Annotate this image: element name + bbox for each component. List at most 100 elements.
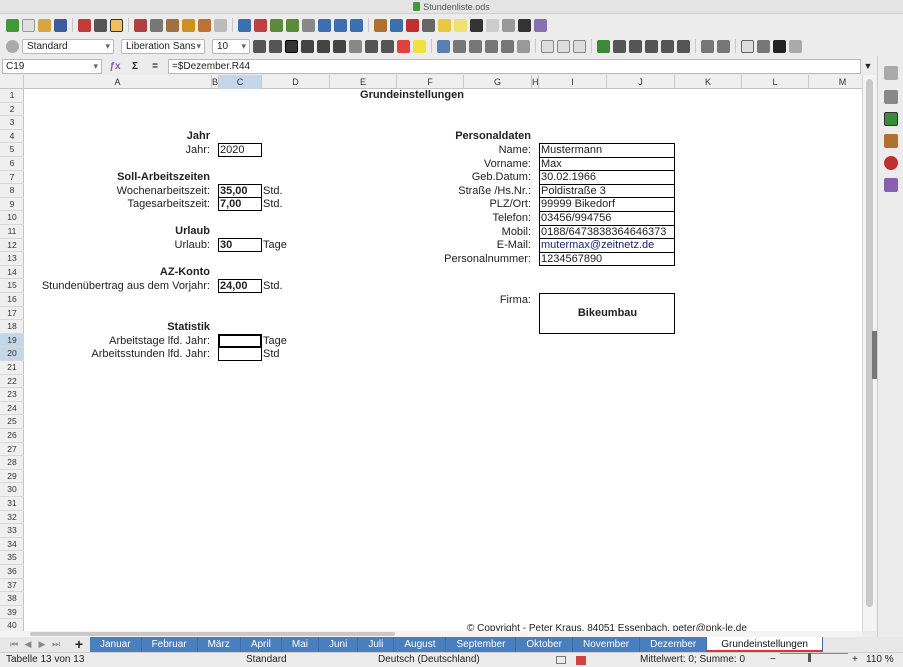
align-bottom-icon[interactable] (573, 39, 586, 53)
zoom-slider-knob[interactable] (808, 653, 811, 662)
autofilter-icon[interactable] (350, 18, 363, 32)
row-header[interactable]: 19 (0, 333, 24, 348)
sheet-tab[interactable]: April (240, 637, 282, 652)
row-header[interactable]: 8 (0, 184, 24, 198)
row-header[interactable]: 11 (0, 225, 24, 239)
sheet-tab[interactable]: August (394, 637, 447, 652)
templates-icon[interactable] (22, 18, 35, 32)
percent-format-icon[interactable] (613, 39, 626, 53)
delete-decimal-icon[interactable] (677, 39, 690, 53)
row-header[interactable]: 27 (0, 443, 24, 457)
row-header[interactable]: 12 (0, 239, 24, 253)
sheet-tab[interactable]: Januar (90, 637, 142, 652)
row-header[interactable]: 29 (0, 470, 24, 484)
row-header[interactable]: 33 (0, 524, 24, 538)
increase-font-icon[interactable] (253, 39, 266, 53)
sidebar-collapse-handle[interactable] (872, 331, 877, 379)
expand-formula-bar-icon[interactable]: ▼ (861, 61, 875, 71)
sort-ascending-icon[interactable] (318, 18, 331, 32)
redo-icon[interactable] (214, 18, 227, 32)
row-header[interactable]: 3 (0, 116, 24, 130)
strikethrough-icon[interactable] (333, 39, 346, 53)
column-header[interactable]: H (532, 75, 539, 89)
edit-mode-icon[interactable] (110, 18, 123, 32)
sheet-tab[interactable]: März (197, 637, 241, 652)
spreadsheet-grid[interactable]: A B C D E F G H I J K L M 1 2 3 4 5 6 7 8 9 10 11 1… (0, 75, 862, 631)
sheet-tab[interactable]: Grundeinstellungen (707, 637, 823, 652)
border-style-icon[interactable] (757, 39, 770, 53)
column-header[interactable]: M (809, 75, 862, 89)
sheet-tab[interactable]: Juni (318, 637, 359, 652)
previous-sheet-icon[interactable]: ◀ (22, 637, 34, 652)
comment-icon[interactable] (454, 18, 467, 32)
currency-format-icon[interactable] (597, 39, 610, 53)
row-header[interactable]: 6 (0, 157, 24, 171)
row-header[interactable]: 4 (0, 130, 24, 144)
copy-icon[interactable] (150, 18, 163, 32)
function-wizard-icon[interactable]: ƒx (108, 61, 122, 72)
borders-icon[interactable] (741, 39, 754, 53)
zoom-level[interactable]: 110 % (866, 653, 894, 667)
personal-field-value[interactable]: 99999 Bikedorf (539, 197, 675, 212)
row-header[interactable]: 5 (0, 143, 24, 157)
personal-field-value[interactable]: 30.02.1966 (539, 170, 675, 185)
image-icon[interactable] (374, 18, 387, 32)
document-modified-icon[interactable] (576, 656, 586, 665)
sheet-tab[interactable]: November (572, 637, 641, 652)
sheet-tab[interactable]: Mai (281, 637, 319, 652)
freeze-rows-icon[interactable] (502, 18, 515, 32)
personal-field-value[interactable]: mutermax@zeitnetz.de (539, 238, 675, 253)
sum-icon[interactable]: Σ (128, 61, 142, 72)
sheet-tab[interactable]: Dezember (640, 637, 708, 652)
column-header[interactable]: I (539, 75, 607, 89)
bold-icon[interactable] (285, 39, 298, 53)
wochenarbeitszeit-cell[interactable]: 35,00 (218, 184, 262, 198)
row-header[interactable]: 24 (0, 402, 24, 416)
conditional-format-icon[interactable] (789, 39, 802, 53)
column-header[interactable]: L (742, 75, 809, 89)
row-header[interactable]: 16 (0, 293, 24, 307)
row-header[interactable]: 22 (0, 375, 24, 389)
spelling-icon[interactable] (254, 18, 267, 32)
jahr-cell[interactable]: 2020 (218, 143, 262, 157)
show-draw-functions-icon[interactable] (534, 18, 547, 32)
define-print-area-icon[interactable] (486, 18, 499, 32)
number-format-icon[interactable] (629, 39, 642, 53)
styles-icon[interactable] (6, 39, 19, 53)
row-header[interactable]: 21 (0, 361, 24, 375)
last-sheet-icon[interactable]: ⏭ (50, 637, 62, 652)
row-header[interactable]: 35 (0, 551, 24, 565)
row-header[interactable]: 15 (0, 279, 24, 293)
personal-field-value[interactable]: 0188/6473838364646373 (539, 224, 675, 240)
row-header[interactable]: 34 (0, 538, 24, 552)
chart-icon[interactable] (390, 18, 403, 32)
column-header[interactable]: A (24, 75, 212, 89)
firma-cell[interactable]: Bikeumbau (539, 293, 675, 334)
export-pdf-icon[interactable] (78, 18, 91, 32)
align-center-icon[interactable] (453, 39, 466, 53)
row-header[interactable]: 13 (0, 252, 24, 266)
sheet-tab[interactable]: September (446, 637, 517, 652)
gallery-icon[interactable] (884, 134, 898, 148)
sheet-tab[interactable]: Juli (358, 637, 395, 652)
stundenuebertrag-cell[interactable]: 24,00 (218, 279, 262, 293)
row-header[interactable]: 14 (0, 266, 24, 280)
underline-icon[interactable] (317, 39, 330, 53)
row-header[interactable]: 10 (0, 211, 24, 225)
pivot-table-icon[interactable] (406, 18, 419, 32)
row-header[interactable]: 38 (0, 592, 24, 606)
formula-input[interactable]: =$Dezember.R44 (168, 58, 861, 74)
selection-mode-icon[interactable] (556, 656, 566, 664)
row-header[interactable]: 23 (0, 388, 24, 402)
row-header[interactable]: 17 (0, 307, 24, 321)
horizontal-scroll-thumb[interactable] (30, 632, 395, 636)
zoom-slider[interactable] (780, 653, 848, 654)
navigator-icon[interactable] (884, 156, 898, 170)
column-header[interactable]: B (212, 75, 219, 89)
shadow-icon[interactable] (349, 39, 362, 53)
justify-icon[interactable] (485, 39, 498, 53)
special-character-icon[interactable] (422, 18, 435, 32)
column-header[interactable]: E (330, 75, 397, 89)
open-folder-icon[interactable] (38, 18, 51, 32)
clear-formatting-icon[interactable] (381, 39, 394, 53)
